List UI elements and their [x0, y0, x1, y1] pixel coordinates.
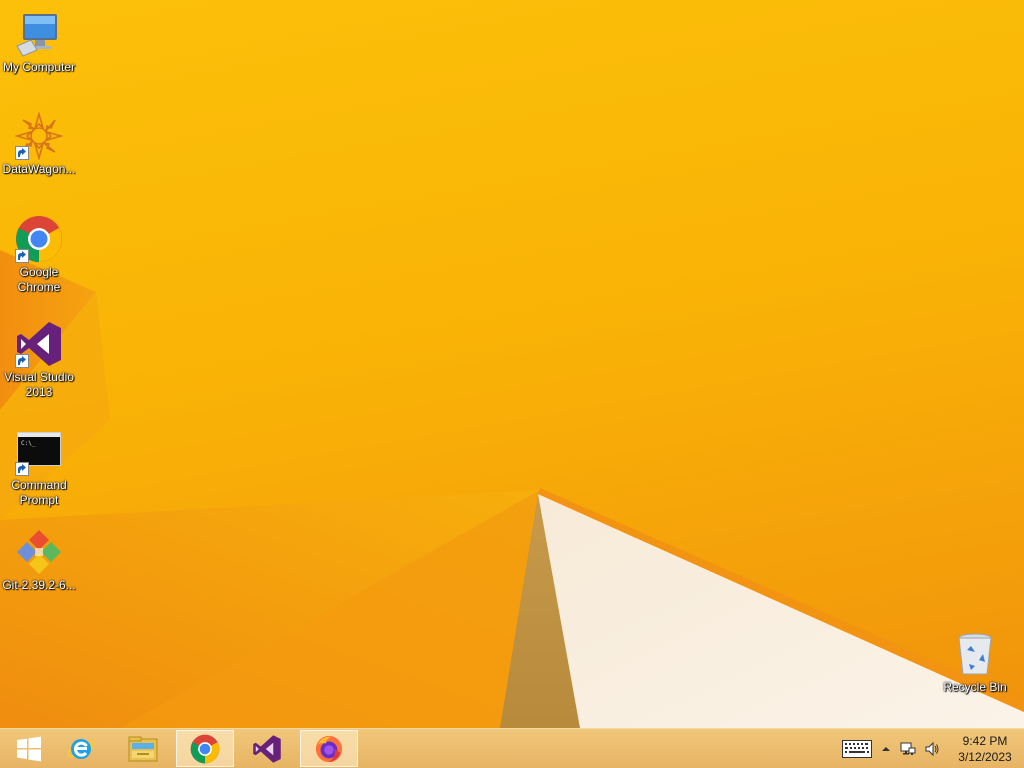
desktop-icon-visual-studio[interactable]: Visual Studio 2013 — [0, 320, 78, 400]
desktop-icon-label: Command Prompt — [11, 478, 67, 507]
desktop-icon-label: Recycle Bin — [943, 680, 1007, 694]
visual-studio-icon — [252, 734, 282, 764]
shortcut-arrow-icon — [15, 249, 29, 263]
recycle-bin-icon — [951, 630, 999, 678]
clock[interactable]: 9:42 PM 3/12/2023 — [950, 733, 1020, 765]
clock-time: 9:42 PM — [962, 733, 1008, 748]
wallpaper — [0, 250, 1024, 728]
internet-explorer-icon — [65, 733, 97, 765]
desktop-icon-label: DataWagon... — [2, 162, 76, 176]
clock-date: 3/12/2023 — [958, 749, 1012, 764]
system-tray: 9:42 PM 3/12/2023 — [838, 729, 1024, 768]
network-icon[interactable] — [900, 741, 916, 757]
shortcut-arrow-icon — [15, 354, 29, 368]
svg-text:C:\_: C:\_ — [21, 440, 36, 447]
git-installer-icon — [15, 528, 63, 576]
desktop-icon-label: Google Chrome — [17, 265, 61, 294]
taskbar-file-explorer[interactable] — [114, 730, 172, 767]
desktop-icon-label: My Computer — [2, 60, 76, 74]
datawagon-icon — [15, 112, 63, 160]
desktop-icon-datawagon[interactable]: DataWagon... — [0, 112, 78, 177]
chrome-icon — [15, 215, 63, 263]
taskbar-visual-studio[interactable] — [238, 730, 296, 767]
desktop-icon-command-prompt[interactable]: C:\_ Command Prompt — [0, 428, 78, 508]
desktop-icon-my-computer[interactable]: My Computer — [0, 10, 78, 75]
firefox-icon — [314, 734, 344, 764]
taskbar-internet-explorer[interactable] — [52, 730, 110, 767]
file-explorer-icon — [127, 733, 159, 765]
shortcut-arrow-icon — [15, 462, 29, 476]
start-button[interactable] — [0, 730, 58, 767]
windows-logo-icon — [15, 735, 43, 763]
visual-studio-icon — [15, 320, 63, 368]
desktop: My Computer DataWagon... Google Chrome V… — [0, 0, 1024, 728]
taskbar-chrome[interactable] — [176, 730, 234, 767]
computer-icon — [15, 10, 63, 58]
taskbar-firefox[interactable] — [300, 730, 358, 767]
touch-keyboard-icon[interactable] — [842, 739, 872, 758]
chrome-icon — [190, 734, 220, 764]
command-prompt-icon: C:\_ — [15, 428, 63, 476]
shortcut-arrow-icon — [15, 146, 29, 160]
desktop-icon-label: Git-2.39.2-6... — [2, 578, 76, 592]
show-hidden-icons-icon[interactable] — [880, 743, 892, 755]
desktop-icon-git-installer[interactable]: Git-2.39.2-6... — [0, 528, 78, 593]
volume-icon[interactable] — [924, 741, 940, 757]
desktop-icon-label: Visual Studio 2013 — [4, 370, 74, 399]
desktop-icon-recycle-bin[interactable]: Recycle Bin — [936, 630, 1014, 695]
taskbar: 9:42 PM 3/12/2023 — [0, 728, 1024, 768]
desktop-icon-google-chrome[interactable]: Google Chrome — [0, 215, 78, 295]
